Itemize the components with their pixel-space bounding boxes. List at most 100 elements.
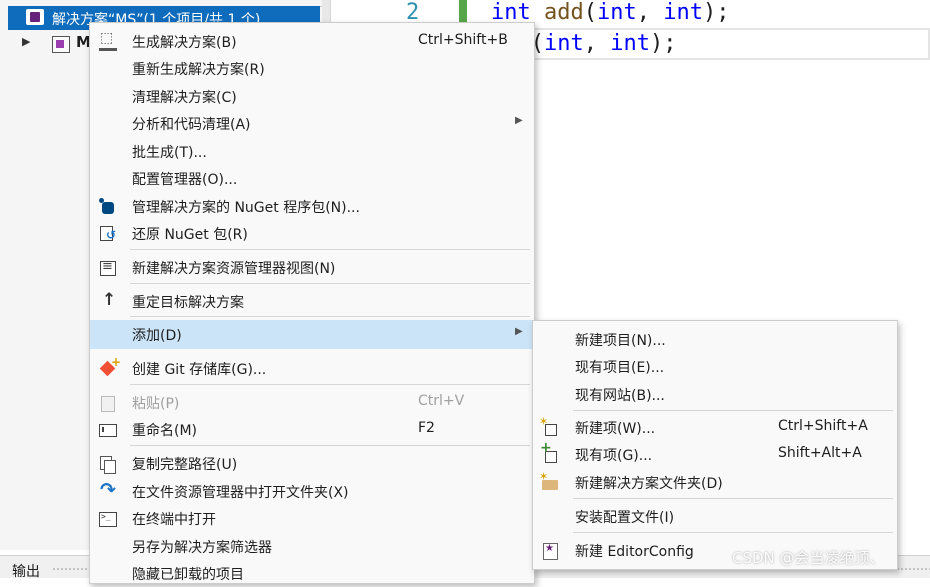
menu-item-label: 生成解决方案(B) bbox=[132, 35, 237, 51]
keyword-token: int bbox=[544, 31, 584, 56]
menu-separator bbox=[130, 283, 530, 284]
menu-separator bbox=[130, 445, 530, 446]
nuget-icon bbox=[99, 198, 117, 216]
menu-item-label: 配置管理器(O)... bbox=[132, 172, 238, 188]
arrow-up-icon bbox=[99, 290, 117, 311]
menu-item-label: 重定目标解决方案 bbox=[132, 295, 244, 311]
menu-item-label: 隐藏已卸载的项目 bbox=[132, 567, 244, 583]
function-token: add bbox=[544, 0, 584, 25]
new-folder-icon bbox=[539, 470, 559, 492]
expand-arrow-icon[interactable]: ▶ bbox=[22, 35, 30, 48]
punct-token: ( bbox=[583, 0, 597, 25]
punct-token: , bbox=[636, 0, 664, 25]
keyword-token: int bbox=[663, 0, 703, 25]
new-item-icon bbox=[539, 415, 559, 437]
watermark: CSDN @会当凌绝顶、 bbox=[732, 549, 885, 567]
punct-token: ); bbox=[703, 0, 730, 25]
menu-item-add[interactable]: 添加(D) ▶ bbox=[90, 320, 534, 349]
menu-separator bbox=[130, 249, 530, 250]
menu-item-label: 粘贴(P) bbox=[132, 396, 180, 412]
copy-icon bbox=[99, 455, 117, 474]
menu-item-label: 在终端中打开 bbox=[132, 512, 216, 528]
submenu-item-install-config[interactable]: 安装配置文件(I) bbox=[533, 503, 897, 530]
menu-separator bbox=[573, 532, 893, 533]
menu-item-open-in-terminal[interactable]: 在终端中打开 bbox=[90, 505, 534, 532]
menu-item-label: 新建解决方案资源管理器视图(N) bbox=[132, 261, 336, 277]
existing-item-icon bbox=[540, 440, 559, 464]
submenu-arrow-icon: ▶ bbox=[515, 115, 523, 126]
menu-item-manage-nuget[interactable]: 管理解决方案的 NuGet 程序包(N)... bbox=[90, 193, 534, 220]
menu-item-open-in-explorer[interactable]: 在文件资源管理器中打开文件夹(X) bbox=[90, 478, 534, 505]
add-submenu: 新建项目(N)... 现有项目(E)... 现有网站(B)... 新建项(W).… bbox=[532, 320, 898, 570]
menu-item-build-solution[interactable]: 生成解决方案(B) Ctrl+Shift+B bbox=[90, 28, 534, 55]
menu-item-rebuild-solution[interactable]: 重新生成解决方案(R) bbox=[90, 55, 534, 82]
menu-item-clean-solution[interactable]: 清理解决方案(C) bbox=[90, 83, 534, 110]
keyword-token: int bbox=[610, 31, 650, 56]
menu-item-label: 新建解决方案文件夹(D) bbox=[575, 476, 723, 492]
menu-item-save-as-filter[interactable]: 另存为解决方案筛选器 bbox=[90, 533, 534, 560]
git-icon bbox=[99, 355, 121, 378]
menu-item-label: 重新生成解决方案(R) bbox=[132, 62, 265, 78]
menu-item-retarget-solution[interactable]: 重定目标解决方案 bbox=[90, 288, 534, 315]
submenu-arrow-icon: ▶ bbox=[515, 326, 523, 337]
menu-separator bbox=[130, 384, 530, 385]
menu-item-config-manager[interactable]: 配置管理器(O)... bbox=[90, 165, 534, 192]
menu-item-label: 现有项(G)... bbox=[575, 448, 653, 464]
submenu-item-existing-project[interactable]: 现有项目(E)... bbox=[533, 353, 897, 380]
menu-item-label: 新建项目(N)... bbox=[575, 333, 666, 349]
menu-item-new-explorer-view[interactable]: 新建解决方案资源管理器视图(N) bbox=[90, 254, 534, 281]
menu-item-label: 新建 EditorConfig bbox=[575, 544, 694, 560]
menu-item-paste: 粘贴(P) Ctrl+V bbox=[90, 389, 534, 416]
menu-item-label: 现有网站(B)... bbox=[575, 388, 665, 404]
menu-item-label: 现有项目(E)... bbox=[575, 360, 665, 376]
menu-item-copy-full-path[interactable]: 复制完整路径(U) bbox=[90, 450, 534, 477]
menu-separator bbox=[573, 410, 893, 411]
menu-item-shortcut: Ctrl+Shift+A bbox=[778, 418, 868, 434]
editorconfig-icon bbox=[541, 542, 559, 560]
menu-separator bbox=[130, 316, 530, 317]
cpp-project-icon bbox=[52, 36, 70, 53]
paste-icon bbox=[99, 394, 117, 412]
menu-item-label: 添加(D) bbox=[132, 328, 182, 344]
punct-token: , bbox=[583, 31, 611, 56]
terminal-icon bbox=[99, 510, 117, 528]
open-folder-icon bbox=[99, 479, 117, 501]
submenu-item-existing-item[interactable]: 现有项(G)... Shift+Alt+A bbox=[533, 440, 897, 468]
project-node[interactable]: ▶ M bbox=[8, 32, 98, 56]
menu-item-shortcut: F2 bbox=[418, 420, 435, 436]
menu-item-analyze-cleanup[interactable]: 分析和代码清理(A) ▶ bbox=[90, 110, 534, 137]
menu-item-batch-build[interactable]: 批生成(T)... bbox=[90, 138, 534, 165]
submenu-item-new-item[interactable]: 新建项(W)... Ctrl+Shift+A bbox=[533, 414, 897, 441]
menu-item-label: 在文件资源管理器中打开文件夹(X) bbox=[132, 485, 349, 501]
menu-item-restore-nuget[interactable]: 还原 NuGet 包(R) bbox=[90, 220, 534, 247]
menu-item-label: 还原 NuGet 包(R) bbox=[132, 227, 248, 243]
menu-item-hide-unloaded[interactable]: 隐藏已卸载的项目 bbox=[90, 560, 534, 587]
build-icon bbox=[99, 30, 117, 51]
menu-item-rename[interactable]: 重命名(M) F2 bbox=[90, 416, 534, 443]
punct-token: ); bbox=[650, 31, 677, 56]
solution-icon bbox=[26, 9, 44, 25]
menu-item-label: 创建 Git 存储库(G)... bbox=[132, 362, 267, 378]
menu-item-label: 重命名(M) bbox=[132, 423, 198, 439]
keyword-token: int bbox=[597, 0, 637, 25]
output-tab-label: 输出 bbox=[12, 564, 40, 580]
submenu-item-new-project[interactable]: 新建项目(N)... bbox=[533, 326, 897, 353]
menu-item-create-git-repo[interactable]: 创建 Git 存储库(G)... bbox=[90, 355, 534, 382]
menu-item-shortcut: Ctrl+V bbox=[418, 393, 465, 409]
new-view-icon bbox=[99, 259, 117, 277]
submenu-item-new-solution-folder[interactable]: 新建解决方案文件夹(D) bbox=[533, 469, 897, 496]
menu-item-shortcut: Shift+Alt+A bbox=[778, 445, 862, 461]
menu-item-shortcut: Ctrl+Shift+B bbox=[418, 32, 508, 48]
menu-item-label: 新建项(W)... bbox=[575, 421, 656, 437]
menu-item-label: 清理解决方案(C) bbox=[132, 90, 237, 106]
rename-icon bbox=[99, 421, 117, 439]
menu-item-label: 批生成(T)... bbox=[132, 145, 207, 161]
menu-item-label: 复制完整路径(U) bbox=[132, 457, 238, 473]
menu-item-label: 分析和代码清理(A) bbox=[132, 117, 251, 133]
menu-separator bbox=[573, 498, 893, 499]
menu-item-label: 另存为解决方案筛选器 bbox=[132, 540, 272, 556]
menu-item-label: 管理解决方案的 NuGet 程序包(N)... bbox=[132, 200, 360, 216]
menu-item-label: 安装配置文件(I) bbox=[575, 510, 675, 526]
submenu-item-existing-website[interactable]: 现有网站(B)... bbox=[533, 381, 897, 408]
solution-context-menu: 生成解决方案(B) Ctrl+Shift+B 重新生成解决方案(R) 清理解决方… bbox=[89, 22, 535, 584]
